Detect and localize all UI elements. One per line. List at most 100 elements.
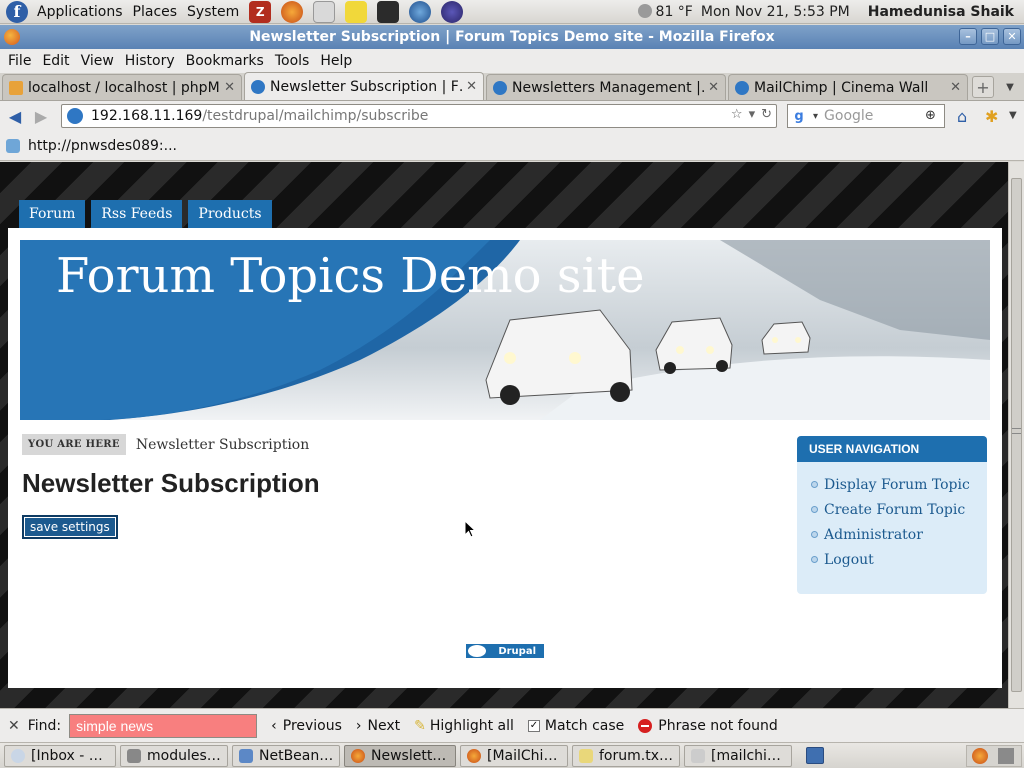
- match-case-checkbox[interactable]: ✓ Match case: [527, 718, 624, 734]
- close-find-bar-icon[interactable]: ✕: [8, 718, 20, 734]
- menu-item-create-forum-topic[interactable]: Create Forum Topic: [811, 497, 987, 522]
- menu-edit[interactable]: Edit: [38, 53, 73, 69]
- netbeans-icon: [239, 748, 253, 763]
- firefox-icon: [972, 748, 988, 764]
- menu-help[interactable]: Help: [316, 53, 356, 69]
- site-identity-icon[interactable]: [67, 108, 83, 124]
- back-arrow-icon[interactable]: ◀: [4, 105, 26, 127]
- user-menu[interactable]: Hamedunisa Shaik: [868, 4, 1014, 20]
- find-previous-button[interactable]: ‹ Previous: [271, 718, 342, 734]
- menu-history[interactable]: History: [121, 53, 179, 69]
- highlight-all-button[interactable]: ✎ Highlight all: [414, 718, 514, 734]
- scrollbar-thumb[interactable]: [1011, 178, 1022, 692]
- task-modules[interactable]: modules…: [120, 744, 228, 767]
- tab-close-icon[interactable]: ✕: [708, 80, 719, 95]
- tab-mailchimp[interactable]: MailChimp | Cinema Wall ✕: [728, 74, 968, 100]
- thunderbird-launcher-icon[interactable]: [409, 0, 432, 23]
- drupal-favicon-icon: [735, 80, 749, 95]
- addon-icon[interactable]: ✱: [985, 107, 998, 126]
- url-path: /testdrupal/mailchimp/subscribe: [202, 108, 429, 124]
- chevron-down-icon[interactable]: ▼: [1009, 110, 1017, 121]
- menu-item-logout[interactable]: Logout: [811, 547, 987, 572]
- window-thumbnail-icon: [998, 748, 1014, 764]
- url-host: 192.168.11.169: [91, 108, 203, 124]
- applications-menu[interactable]: Applications: [32, 4, 128, 20]
- nav-forum[interactable]: Forum: [19, 200, 86, 228]
- terminal-launcher-icon[interactable]: [377, 0, 400, 23]
- page-container: Forum Topics Demo site YOU ARE HERE News…: [8, 228, 1002, 688]
- workspace-switcher-icon[interactable]: [806, 747, 824, 764]
- menu-item-display-forum-topic[interactable]: Display Forum Topic: [811, 472, 987, 497]
- vertical-scrollbar[interactable]: [1008, 162, 1024, 708]
- firefox-icon: [351, 748, 365, 763]
- chevron-down-icon[interactable]: ▾: [749, 107, 756, 122]
- places-menu[interactable]: Places: [128, 4, 183, 20]
- window-titlebar[interactable]: Newsletter Subscription | Forum Topics D…: [0, 25, 1024, 49]
- url-bar[interactable]: 192.168.11.169/testdrupal/mailchimp/subs…: [61, 104, 777, 128]
- minimize-icon[interactable]: –: [959, 28, 977, 45]
- firefox-launcher-icon[interactable]: [281, 0, 304, 23]
- nav-products[interactable]: Products: [188, 200, 272, 228]
- task-mailchimp[interactable]: [MailChi…: [460, 744, 568, 767]
- breadcrumb: YOU ARE HERE Newsletter Subscription: [22, 434, 309, 455]
- menu-item-administrator[interactable]: Administrator: [811, 522, 987, 547]
- tab-newsletters-management[interactable]: Newsletters Management |… ✕: [486, 74, 726, 100]
- nav-rss-feeds[interactable]: Rss Feeds: [91, 200, 183, 228]
- menu-view[interactable]: View: [77, 53, 118, 69]
- window-controls: – □ ✕: [959, 28, 1021, 45]
- close-icon[interactable]: ✕: [1003, 28, 1021, 45]
- powered-by-drupal-badge[interactable]: Drupal: [466, 644, 544, 658]
- tab-close-icon[interactable]: ✕: [466, 79, 477, 94]
- star-icon[interactable]: ☆: [731, 107, 743, 122]
- search-input[interactable]: Google: [824, 108, 873, 124]
- bookmark-link[interactable]: http://pnwsdes089:...: [28, 138, 177, 154]
- breadcrumb-label: YOU ARE HERE: [22, 434, 126, 455]
- checkbox-checked-icon[interactable]: ✓: [527, 719, 540, 732]
- highlighter-icon: ✎: [414, 717, 426, 734]
- fedora-logo-icon[interactable]: f: [6, 0, 28, 23]
- menu-tools[interactable]: Tools: [271, 53, 314, 69]
- binoculars-icon[interactable]: ⊕: [925, 108, 941, 124]
- home-icon[interactable]: ⌂: [957, 107, 967, 126]
- bullet-icon: [811, 481, 818, 488]
- menu-file[interactable]: File: [4, 53, 35, 69]
- task-newsletter[interactable]: Newslett…: [344, 744, 456, 767]
- save-settings-button[interactable]: save settings: [22, 515, 118, 539]
- forward-arrow-icon[interactable]: ▶: [30, 105, 52, 127]
- panel-status-area: 81 °F Mon Nov 21, 5:53 PM Hamedunisa Sha…: [637, 0, 1024, 24]
- find-next-button[interactable]: › Next: [356, 718, 400, 734]
- user-navigation-menu: Display Forum Topic Create Forum Topic A…: [797, 462, 987, 572]
- filezilla-launcher-icon[interactable]: Z: [249, 0, 272, 23]
- chevron-down-icon[interactable]: ▾: [813, 111, 818, 122]
- reload-icon[interactable]: ↻: [761, 107, 772, 122]
- breadcrumb-current: Newsletter Subscription: [135, 436, 310, 453]
- find-input[interactable]: [69, 713, 258, 738]
- new-tab-button[interactable]: +: [972, 76, 994, 98]
- weather-applet[interactable]: 81 °F: [637, 4, 693, 20]
- task-inbox[interactable]: [Inbox - …: [4, 744, 116, 767]
- site-name[interactable]: Forum Topics Demo site: [56, 248, 645, 304]
- chevron-down-icon[interactable]: ▼: [1000, 76, 1020, 98]
- tab-phpmyadmin[interactable]: localhost / localhost | phpM… ✕: [2, 74, 242, 100]
- block-title: USER NAVIGATION: [797, 436, 987, 462]
- text-editor-launcher-icon[interactable]: [345, 0, 368, 23]
- task-netbeans[interactable]: NetBean…: [232, 744, 340, 767]
- clock[interactable]: Mon Nov 21, 5:53 PM: [701, 4, 850, 20]
- file-manager-icon: [127, 748, 141, 763]
- bookmark-icon: [6, 138, 20, 153]
- task-forum-txt[interactable]: forum.tx…: [572, 744, 680, 767]
- google-icon[interactable]: g: [791, 108, 807, 124]
- tab-close-icon[interactable]: ✕: [950, 80, 961, 95]
- gnome-bottom-panel: [Inbox - … modules… NetBean… Newslett… […: [0, 742, 1024, 768]
- system-menu[interactable]: System: [182, 4, 244, 20]
- eclipse-launcher-icon[interactable]: [441, 0, 464, 23]
- maximize-icon[interactable]: □: [981, 28, 999, 45]
- firefox-window-icon[interactable]: [4, 29, 20, 45]
- tab-newsletter-subscription[interactable]: Newsletter Subscription | F… ✕: [244, 72, 484, 100]
- menu-bar: File Edit View History Bookmarks Tools H…: [0, 49, 1024, 73]
- tab-close-icon[interactable]: ✕: [224, 80, 235, 95]
- mail-launcher-icon[interactable]: [313, 0, 336, 23]
- task-mailchimp-2[interactable]: [mailchi…: [684, 744, 792, 767]
- menu-bookmarks[interactable]: Bookmarks: [182, 53, 268, 69]
- search-bar[interactable]: g ▾ Google ⊕: [787, 104, 945, 128]
